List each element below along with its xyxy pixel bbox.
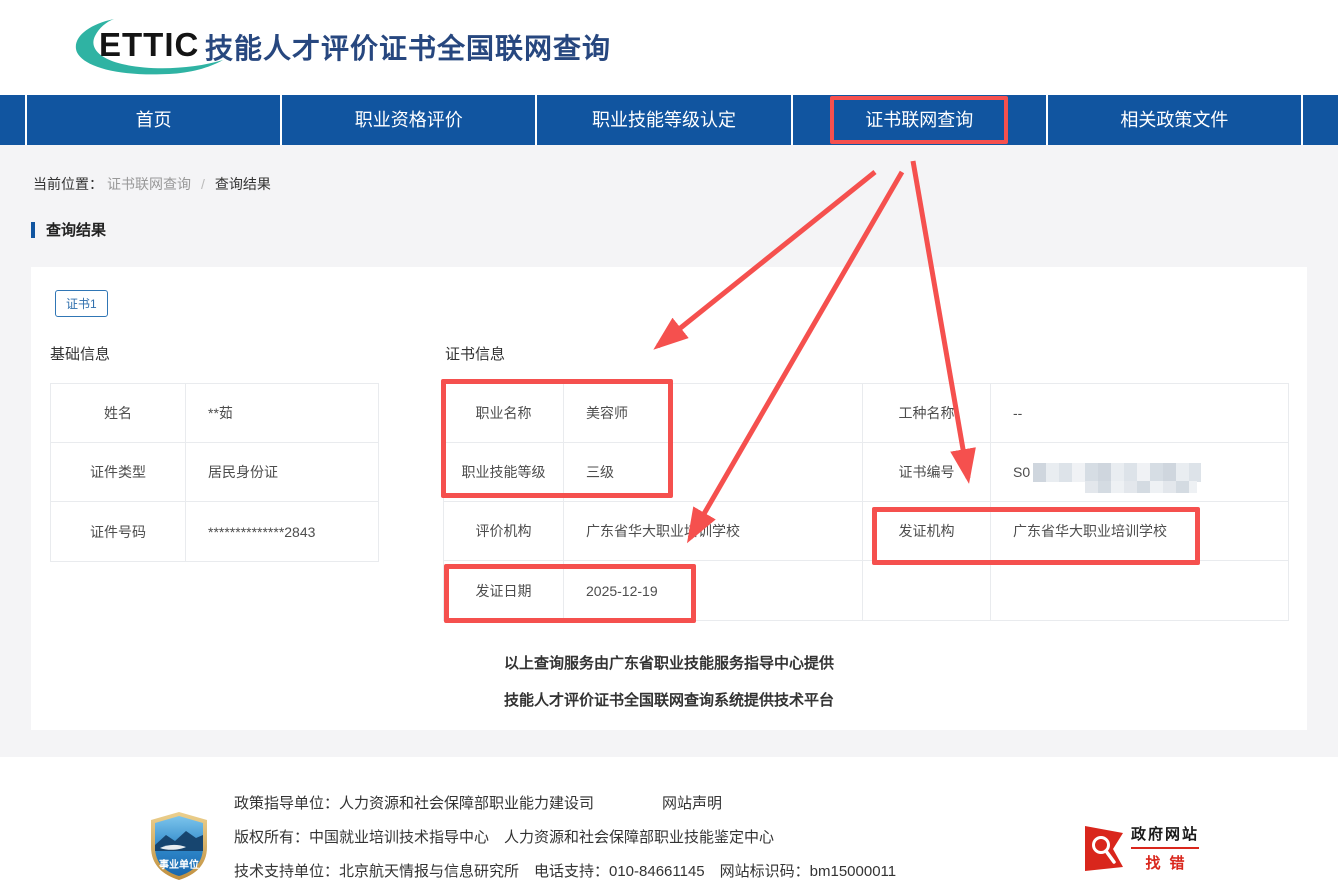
- issue-date-label: 发证日期: [444, 561, 564, 620]
- site-title: 技能人才评价证书全国联网查询: [205, 27, 611, 67]
- gov-badge-line2: 找错: [1131, 852, 1199, 873]
- platform-note: 技能人才评价证书全国联网查询系统提供技术平台: [31, 689, 1307, 710]
- cert-number-value: S0: [991, 443, 1288, 501]
- footer-line-copyright: 版权所有：中国就业培训技术指导中心 人力资源和社会保障部职业技能鉴定中心: [234, 826, 774, 847]
- occupation-label: 职业名称: [444, 384, 564, 442]
- cert-number-redacted-mosaic: [1033, 463, 1201, 482]
- basic-idnumber-label: 证件号码: [51, 502, 186, 561]
- section-accent-bar: [31, 222, 35, 238]
- page-header: ETTIC 技能人才评价证书全国联网查询: [0, 0, 1338, 95]
- result-card: 证书1 基础信息 证书信息 姓名 **茹 证件类型 居民身份证 证件号码 ***…: [31, 267, 1307, 730]
- website-statement-link[interactable]: 网站声明: [662, 795, 722, 812]
- section-header: 查询结果: [31, 221, 106, 238]
- footer-line-support: 技术支持单位：北京航天情报与信息研究所 电话支持：010-84661145 网站…: [234, 860, 896, 881]
- empty-value-cell: [991, 561, 1288, 620]
- footer-line-policy: 政策指导单位：人力资源和社会保障部职业能力建设司 网站声明: [234, 792, 722, 813]
- table-row: 评价机构 广东省华大职业培训学校 发证机构 广东省华大职业培训学校: [444, 502, 1288, 561]
- cert-number-label: 证书编号: [863, 443, 991, 501]
- breadcrumb: 当前位置：证书联网查询 / 查询结果: [33, 174, 271, 194]
- nav-item-policy-files[interactable]: 相关政策文件: [1048, 95, 1301, 145]
- basic-idnumber-value: **************2843: [186, 502, 378, 561]
- table-row: 证件号码 **************2843: [51, 502, 378, 561]
- breadcrumb-label: 当前位置：: [33, 176, 103, 192]
- shield-icon: 事业单位: [148, 811, 210, 881]
- nav-edge-left: [0, 95, 25, 145]
- evaluator-value: 广东省华大职业培训学校: [564, 502, 863, 560]
- issuer-value: 广东省华大职业培训学校: [991, 502, 1288, 560]
- cert-number-prefix: S0: [1013, 464, 1030, 480]
- certificate-tab[interactable]: 证书1: [55, 290, 108, 317]
- main-content: 当前位置：证书联网查询 / 查询结果 查询结果 证书1 基础信息 证书信息 姓名 *…: [0, 145, 1338, 757]
- basic-idtype-value: 居民身份证: [186, 443, 378, 501]
- worktype-label: 工种名称: [863, 384, 991, 442]
- nav-item-certificate-query[interactable]: 证书联网查询: [793, 95, 1046, 145]
- empty-label-cell: [863, 561, 991, 620]
- table-row: 证件类型 居民身份证: [51, 443, 378, 502]
- basic-name-value: **茹: [186, 384, 378, 442]
- issuer-label: 发证机构: [863, 502, 991, 560]
- table-row: 姓名 **茹: [51, 384, 378, 443]
- worktype-value: --: [991, 384, 1288, 442]
- breadcrumb-separator: /: [201, 176, 205, 192]
- section-title: 查询结果: [46, 219, 106, 240]
- nav-item-home[interactable]: 首页: [27, 95, 280, 145]
- gov-badge-line1: 政府网站: [1131, 823, 1199, 849]
- breadcrumb-current: 查询结果: [215, 176, 271, 192]
- gov-website-error-badge[interactable]: 政府网站 找错: [1085, 823, 1199, 873]
- policy-unit-text: 政策指导单位：人力资源和社会保障部职业能力建设司: [234, 795, 594, 812]
- nav-item-occupational-qualification[interactable]: 职业资格评价: [282, 95, 535, 145]
- skill-level-label: 职业技能等级: [444, 443, 564, 501]
- basic-idtype-label: 证件类型: [51, 443, 186, 501]
- table-row: 职业技能等级 三级 证书编号 S0: [444, 443, 1288, 502]
- gov-badge-text: 政府网站 找错: [1131, 823, 1199, 873]
- main-nav: 首页 职业资格评价 职业技能等级认定 证书联网查询 相关政策文件: [0, 95, 1338, 145]
- institution-badge-label: 事业单位: [159, 858, 199, 871]
- public-institution-badge: 事业单位: [148, 811, 210, 886]
- basic-info-title: 基础信息: [50, 343, 110, 364]
- service-provider-note: 以上查询服务由广东省职业技能服务指导中心提供: [31, 652, 1307, 673]
- occupation-value: 美容师: [564, 384, 863, 442]
- issue-date-value: 2025-12-19: [564, 561, 863, 620]
- skill-level-value: 三级: [564, 443, 863, 501]
- evaluator-label: 评价机构: [444, 502, 564, 560]
- breadcrumb-parent-link[interactable]: 证书联网查询: [107, 176, 191, 192]
- magnifier-flag-icon: [1085, 824, 1123, 872]
- cert-info-table: 职业名称 美容师 工种名称 -- 职业技能等级 三级 证书编号 S0 评价机构 …: [443, 383, 1289, 621]
- basic-name-label: 姓名: [51, 384, 186, 442]
- page-footer: 事业单位 政策指导单位：人力资源和社会保障部职业能力建设司 网站声明 版权所有：中…: [0, 757, 1338, 885]
- cert-info-title: 证书信息: [445, 343, 505, 364]
- nav-edge-right: [1303, 95, 1338, 145]
- table-row: 发证日期 2025-12-19: [444, 561, 1288, 620]
- basic-info-table: 姓名 **茹 证件类型 居民身份证 证件号码 **************284…: [50, 383, 379, 562]
- nav-item-skill-level-certification[interactable]: 职业技能等级认定: [537, 95, 790, 145]
- table-row: 职业名称 美容师 工种名称 --: [444, 384, 1288, 443]
- logo-text: ETTIC: [99, 26, 199, 64]
